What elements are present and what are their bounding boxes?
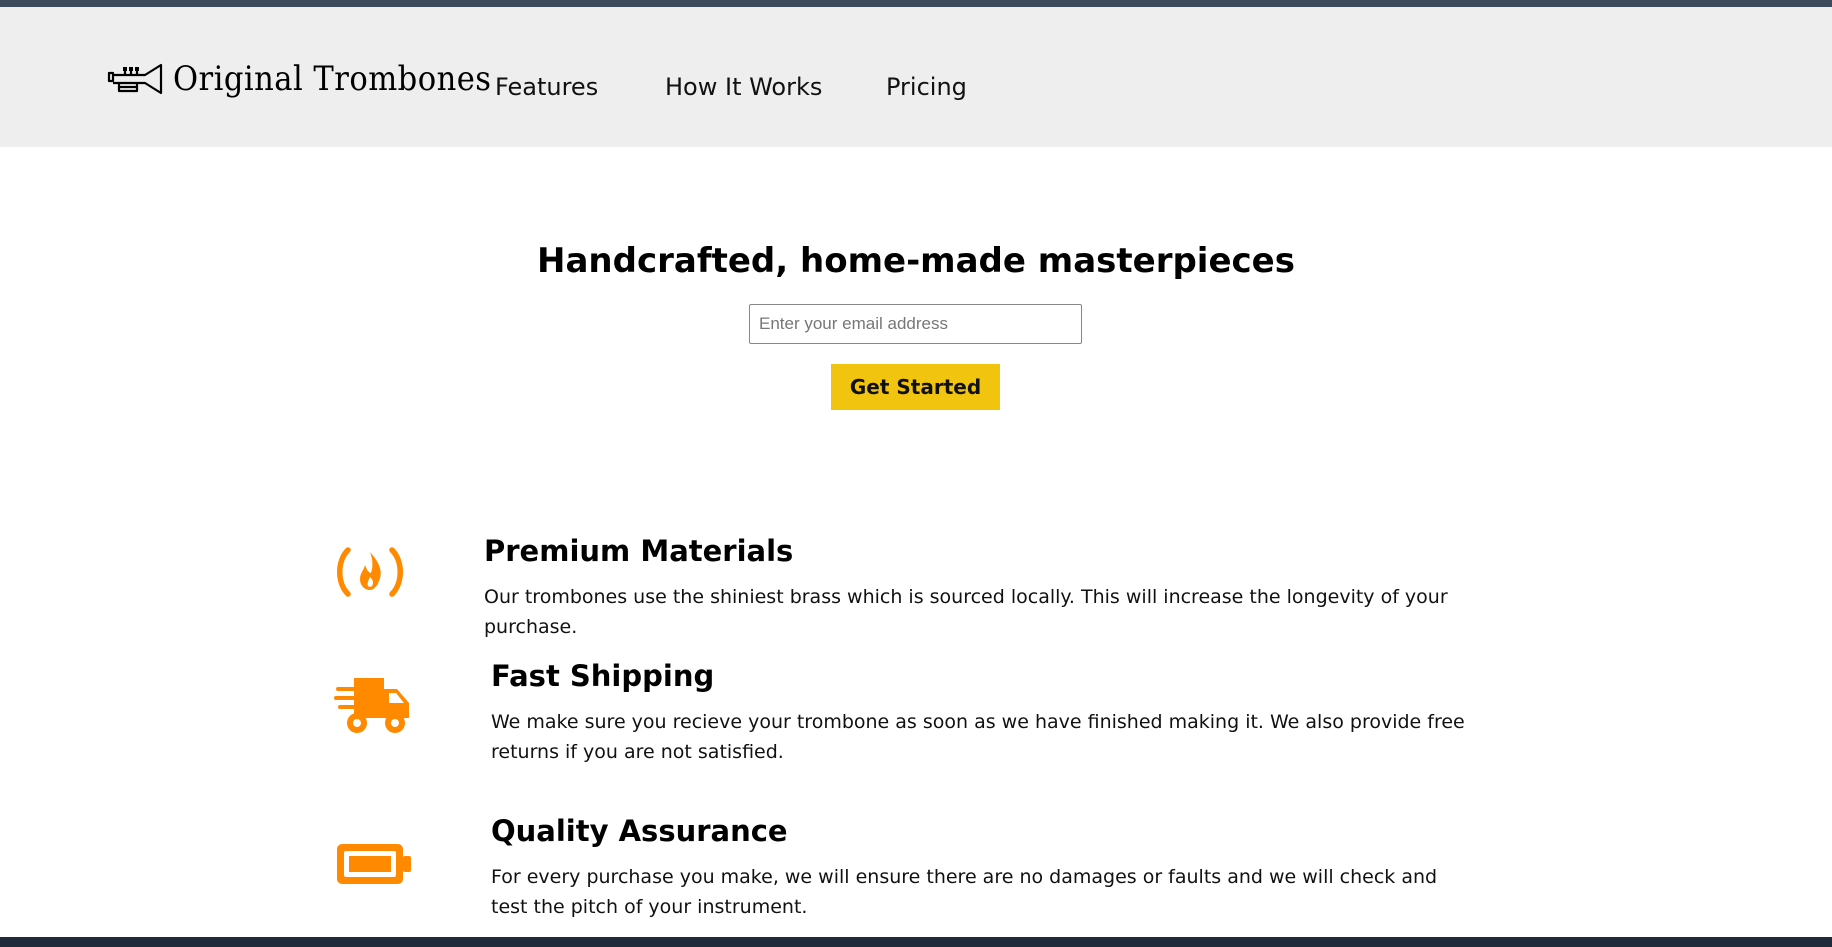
shipping-truck-icon	[334, 678, 409, 733]
trumpet-icon	[107, 63, 163, 95]
feature-description: Our trombones use the shiniest brass whi…	[484, 586, 1448, 638]
battery-full-icon	[337, 844, 411, 884]
feature-title: Quality Assurance	[491, 814, 788, 848]
email-input[interactable]	[749, 304, 1082, 344]
feature-description: We make sure you recieve your trombone a…	[491, 711, 1465, 763]
brand-name: Original Trombones	[173, 59, 492, 99]
site-header: Original Trombones Features How It Works…	[0, 7, 1832, 147]
feature-description: For every purchase you make, we will ens…	[491, 866, 1438, 918]
nav-link-features[interactable]: Features	[495, 73, 598, 101]
nav-link-pricing[interactable]: Pricing	[886, 73, 967, 101]
hero-title: Handcrafted, home-made masterpieces	[537, 241, 1295, 281]
window-top-edge	[0, 0, 1832, 7]
feature-title: Fast Shipping	[491, 659, 715, 693]
taskbar-edge	[0, 937, 1832, 947]
brand-logo[interactable]: Original Trombones	[107, 59, 527, 99]
nav-link-how-it-works[interactable]: How It Works	[665, 73, 822, 101]
get-started-button[interactable]: Get Started	[831, 364, 1000, 410]
free-code-camp-fire-icon	[337, 547, 403, 597]
feature-title: Premium Materials	[484, 534, 794, 568]
